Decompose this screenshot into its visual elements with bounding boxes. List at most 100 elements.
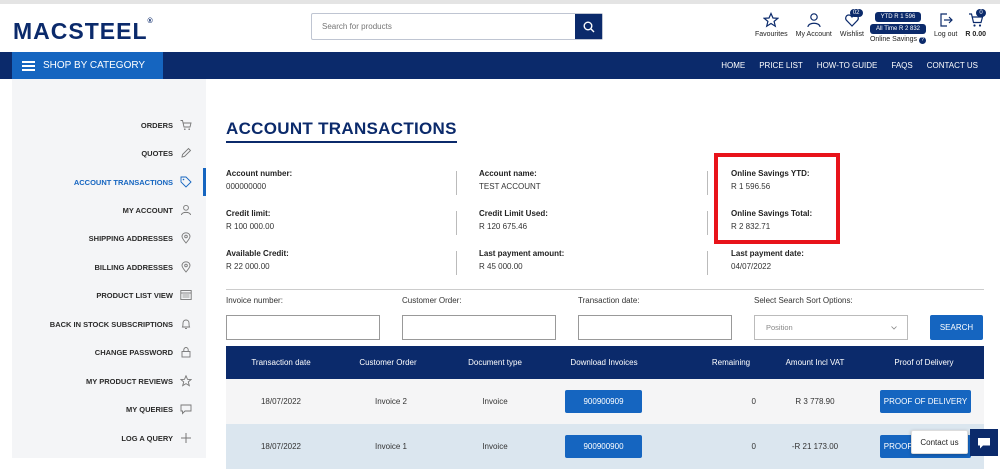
account-number-value: 000000000 [226, 182, 267, 191]
chat-icon [180, 404, 192, 415]
online-savings-widget[interactable]: YTD R 1 596 All Time R 2 832 Online Savi… [869, 12, 927, 44]
sidebar-item-label: MY PRODUCT REVIEWS [86, 376, 173, 386]
search-button[interactable] [575, 14, 602, 39]
chevron-down-icon [891, 326, 897, 330]
shop-by-category-button[interactable]: SHOP BY CATEGORY [12, 52, 163, 79]
sidebar-item-change-password[interactable]: CHANGE PASSWORD [95, 342, 192, 362]
shop-by-category-label: SHOP BY CATEGORY [43, 60, 146, 71]
plus-icon [181, 433, 191, 443]
col-proof-of-delivery: Proof of Delivery [894, 358, 954, 367]
favourites-label: Favourites [754, 31, 788, 38]
cell-amount: R 3 778.90 [795, 397, 835, 406]
divider [456, 171, 457, 195]
cart-count-badge: 0 [976, 9, 986, 17]
cell-type: Invoice [482, 397, 508, 406]
credit-limit-field: Credit limit: R 100 000.00 [226, 209, 292, 249]
online-savings-label: Online Savings ? [869, 36, 927, 44]
nav-home[interactable]: HOME [721, 61, 745, 70]
logo-text: MACSTEEL [13, 18, 148, 44]
bell-icon [181, 319, 191, 329]
savings-ytd-pill: YTD R 1 596 [874, 12, 922, 22]
divider [456, 211, 457, 235]
sort-options-select[interactable]: Position [754, 315, 908, 340]
cell-amount: -R 21 173.00 [791, 442, 839, 451]
list-view-icon [180, 290, 192, 300]
search-transactions-button[interactable]: SEARCH [930, 315, 983, 340]
main-nav: SHOP BY CATEGORY HOME PRICE LIST HOW-TO … [0, 52, 1000, 79]
header-actions: Favourites My Account 02 Wishlist YTD R … [747, 9, 986, 44]
nav-how-to-guide[interactable]: HOW-TO GUIDE [817, 61, 878, 70]
proof-of-delivery-button[interactable]: PROOF OF DELIVERY [880, 390, 971, 413]
sidebar-item-label: PRODUCT LIST VIEW [96, 290, 173, 300]
invoice-number-input[interactable] [226, 315, 380, 340]
credit-limit-value: R 100 000.00 [226, 222, 275, 231]
credit-used-label: Credit Limit Used: [479, 209, 548, 218]
favourites-link[interactable]: Favourites [755, 12, 788, 38]
online-savings-text: Online Savings [869, 36, 918, 43]
sidebar-item-label: ACCOUNT TRANSACTIONS [73, 177, 173, 187]
nav-price-list[interactable]: PRICE LIST [759, 61, 803, 70]
sidebar-item-account-transactions[interactable]: ACCOUNT TRANSACTIONS [74, 172, 192, 192]
last-payment-amount-value: R 45 000.00 [479, 262, 523, 271]
lock-icon [181, 347, 191, 358]
logout-label: Log out [934, 31, 958, 38]
sidebar-item-label: ORDERS [140, 120, 173, 130]
sidebar-item-label: BILLING ADDRESSES [94, 262, 173, 272]
sidebar-item-my-queries[interactable]: MY QUERIES [126, 399, 192, 419]
help-icon[interactable]: ? [919, 37, 927, 44]
contact-us-widget[interactable]: Contact us [911, 430, 968, 454]
sidebar-item-shipping-addresses[interactable]: SHIPPING ADDRESSES [89, 228, 192, 248]
sidebar-item-log-a-query[interactable]: LOG A QUERY [121, 428, 192, 448]
info-column-1: Account number: 000000000 Credit limit: … [226, 169, 292, 289]
pencil-icon [181, 147, 192, 158]
sidebar-item-my-product-reviews[interactable]: MY PRODUCT REVIEWS [86, 371, 192, 391]
transactions-table: Transaction date Customer Order Document… [226, 346, 984, 469]
available-credit-field: Available Credit: R 22 000.00 [226, 249, 292, 289]
sidebar-item-back-in-stock[interactable]: BACK IN STOCK SUBSCRIPTIONS [50, 314, 192, 334]
sidebar-item-label: QUOTES [141, 148, 173, 158]
nav-faqs[interactable]: FAQS [891, 61, 912, 70]
wishlist-link[interactable]: 02 Wishlist [840, 9, 864, 38]
col-download-invoices: Download Invoices [570, 358, 638, 367]
divider [707, 171, 708, 195]
sidebar-item-product-list-view[interactable]: PRODUCT LIST VIEW [96, 285, 192, 305]
chat-button[interactable] [970, 429, 998, 456]
sidebar-item-orders[interactable]: ORDERS [141, 115, 192, 135]
logout-link[interactable]: Log out [934, 12, 957, 38]
customer-order-input[interactable] [402, 315, 556, 340]
hamburger-icon [22, 59, 35, 73]
account-number-label: Account number: [226, 169, 293, 178]
sidebar-item-label: MY ACCOUNT [122, 205, 173, 215]
sidebar-item-my-account[interactable]: MY ACCOUNT [123, 200, 192, 220]
macsteel-logo[interactable]: MACSTEEL® [13, 18, 154, 45]
sidebar-item-quotes[interactable]: QUOTES [141, 143, 192, 163]
table-row: 18/07/2022 Invoice 1 Invoice 900900900 0… [226, 424, 984, 469]
col-customer-order: Customer Order [359, 358, 417, 367]
account-number-field: Account number: 000000000 [226, 169, 292, 209]
transaction-date-input[interactable] [578, 315, 732, 340]
credit-used-field: Credit Limit Used: R 120 675.46 [479, 209, 564, 249]
search-input[interactable] [312, 14, 575, 39]
col-remaining: Remaining [711, 358, 751, 367]
col-document-type: Document type [468, 358, 522, 367]
last-payment-date-field: Last payment date: 04/07/2022 [731, 249, 812, 289]
sort-selected-value: Position [766, 323, 793, 332]
download-invoice-button[interactable]: 900900909 [565, 390, 642, 413]
credit-limit-label: Credit limit: [226, 209, 271, 218]
savings-highlight-box [714, 153, 840, 244]
sidebar-item-label: LOG A QUERY [121, 433, 173, 443]
user-icon [807, 13, 821, 28]
last-payment-date-label: Last payment date: [731, 249, 804, 258]
divider [707, 251, 708, 275]
table-row: 18/07/2022 Invoice 2 Invoice 900900909 0… [226, 379, 984, 424]
nav-contact-us[interactable]: CONTACT US [927, 61, 978, 70]
divider [707, 211, 708, 235]
cell-remaining: 0 [751, 442, 756, 451]
cart-link[interactable]: 0 R 0.00 [965, 9, 986, 38]
cell-date: 18/07/2022 [260, 442, 302, 451]
my-account-link[interactable]: My Account [796, 12, 832, 38]
sidebar-item-billing-addresses[interactable]: BILLING ADDRESSES [95, 257, 192, 277]
download-invoice-button[interactable]: 900900900 [565, 435, 642, 458]
star-icon [763, 12, 780, 28]
active-indicator [203, 168, 206, 196]
